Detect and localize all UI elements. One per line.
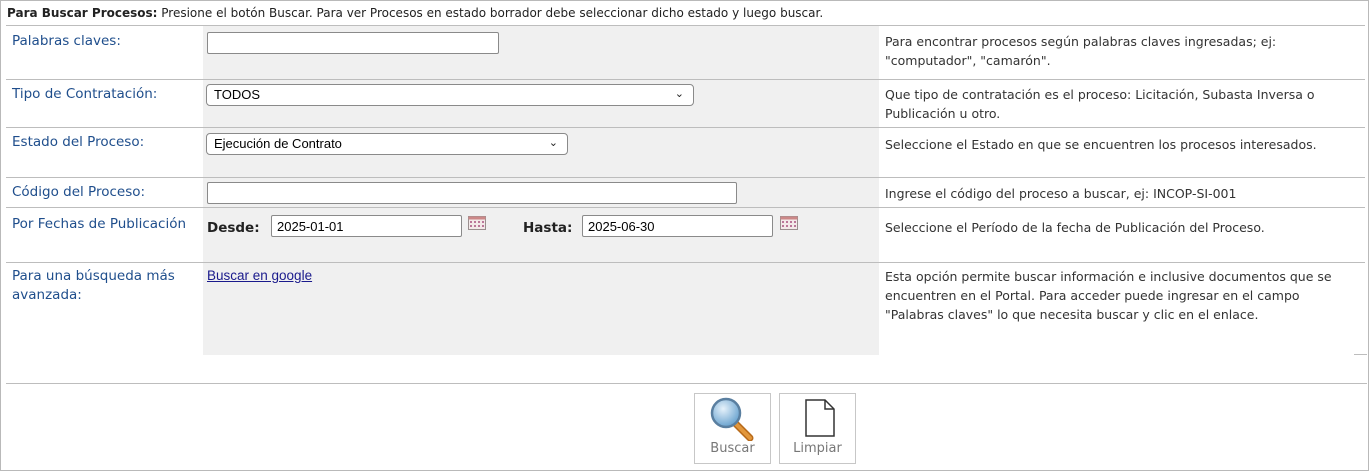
magnifier-icon [710,397,754,441]
calendar-icon[interactable] [468,216,486,230]
dates-help: Seleccione el Período de la fecha de Pub… [885,220,1265,235]
process-state-select[interactable]: Ejecución de Contrato ⌄ [206,133,568,155]
advanced-label: Para una búsqueda más avanzada: [12,268,175,303]
clear-button-label: Limpiar [793,441,842,456]
search-button-label: Buscar [710,441,755,456]
dates-label: Por Fechas de Publicación [12,216,187,232]
to-date-label: Hasta: [523,220,573,236]
contract-type-label: Tipo de Contratación: [12,86,158,102]
instructions-text: Presione el botón Buscar. Para ver Proce… [157,6,824,20]
contract-type-help: Que tipo de contratación es el proceso: … [885,87,1315,121]
process-state-selected: Ejecución de Contrato [214,136,342,151]
divider [1354,354,1367,355]
process-state-help: Seleccione el Estado en que se encuentre… [885,137,1317,152]
process-code-label: Código del Proceso: [12,184,146,200]
contract-type-selected: TODOS [214,87,260,102]
search-button[interactable]: Buscar [694,393,771,464]
keywords-input[interactable] [207,32,499,54]
from-date-label: Desde: [207,220,260,236]
google-search-link[interactable]: Buscar en google [207,268,312,283]
blank-document-icon [805,399,835,437]
from-date-input[interactable] [271,215,462,237]
chevron-down-icon: ⌄ [674,88,684,100]
instructions-title: Para Buscar Procesos: [7,6,158,20]
calendar-icon[interactable] [780,216,798,230]
keywords-help: Para encontrar procesos según palabras c… [885,34,1277,68]
divider [6,383,1367,384]
instructions: Para Buscar Procesos: Presione el botón … [7,6,823,20]
to-date-input[interactable] [582,215,773,237]
contract-type-select[interactable]: TODOS ⌄ [206,84,694,106]
keywords-label: Palabras claves: [12,33,121,49]
advanced-help: Esta opción permite buscar información e… [885,269,1332,322]
chevron-down-icon: ⌄ [548,137,558,149]
process-code-input[interactable] [207,182,737,204]
process-state-label: Estado del Proceso: [12,134,145,150]
process-code-help: Ingrese el código del proceso a buscar, … [885,186,1237,201]
clear-button[interactable]: Limpiar [779,393,856,464]
